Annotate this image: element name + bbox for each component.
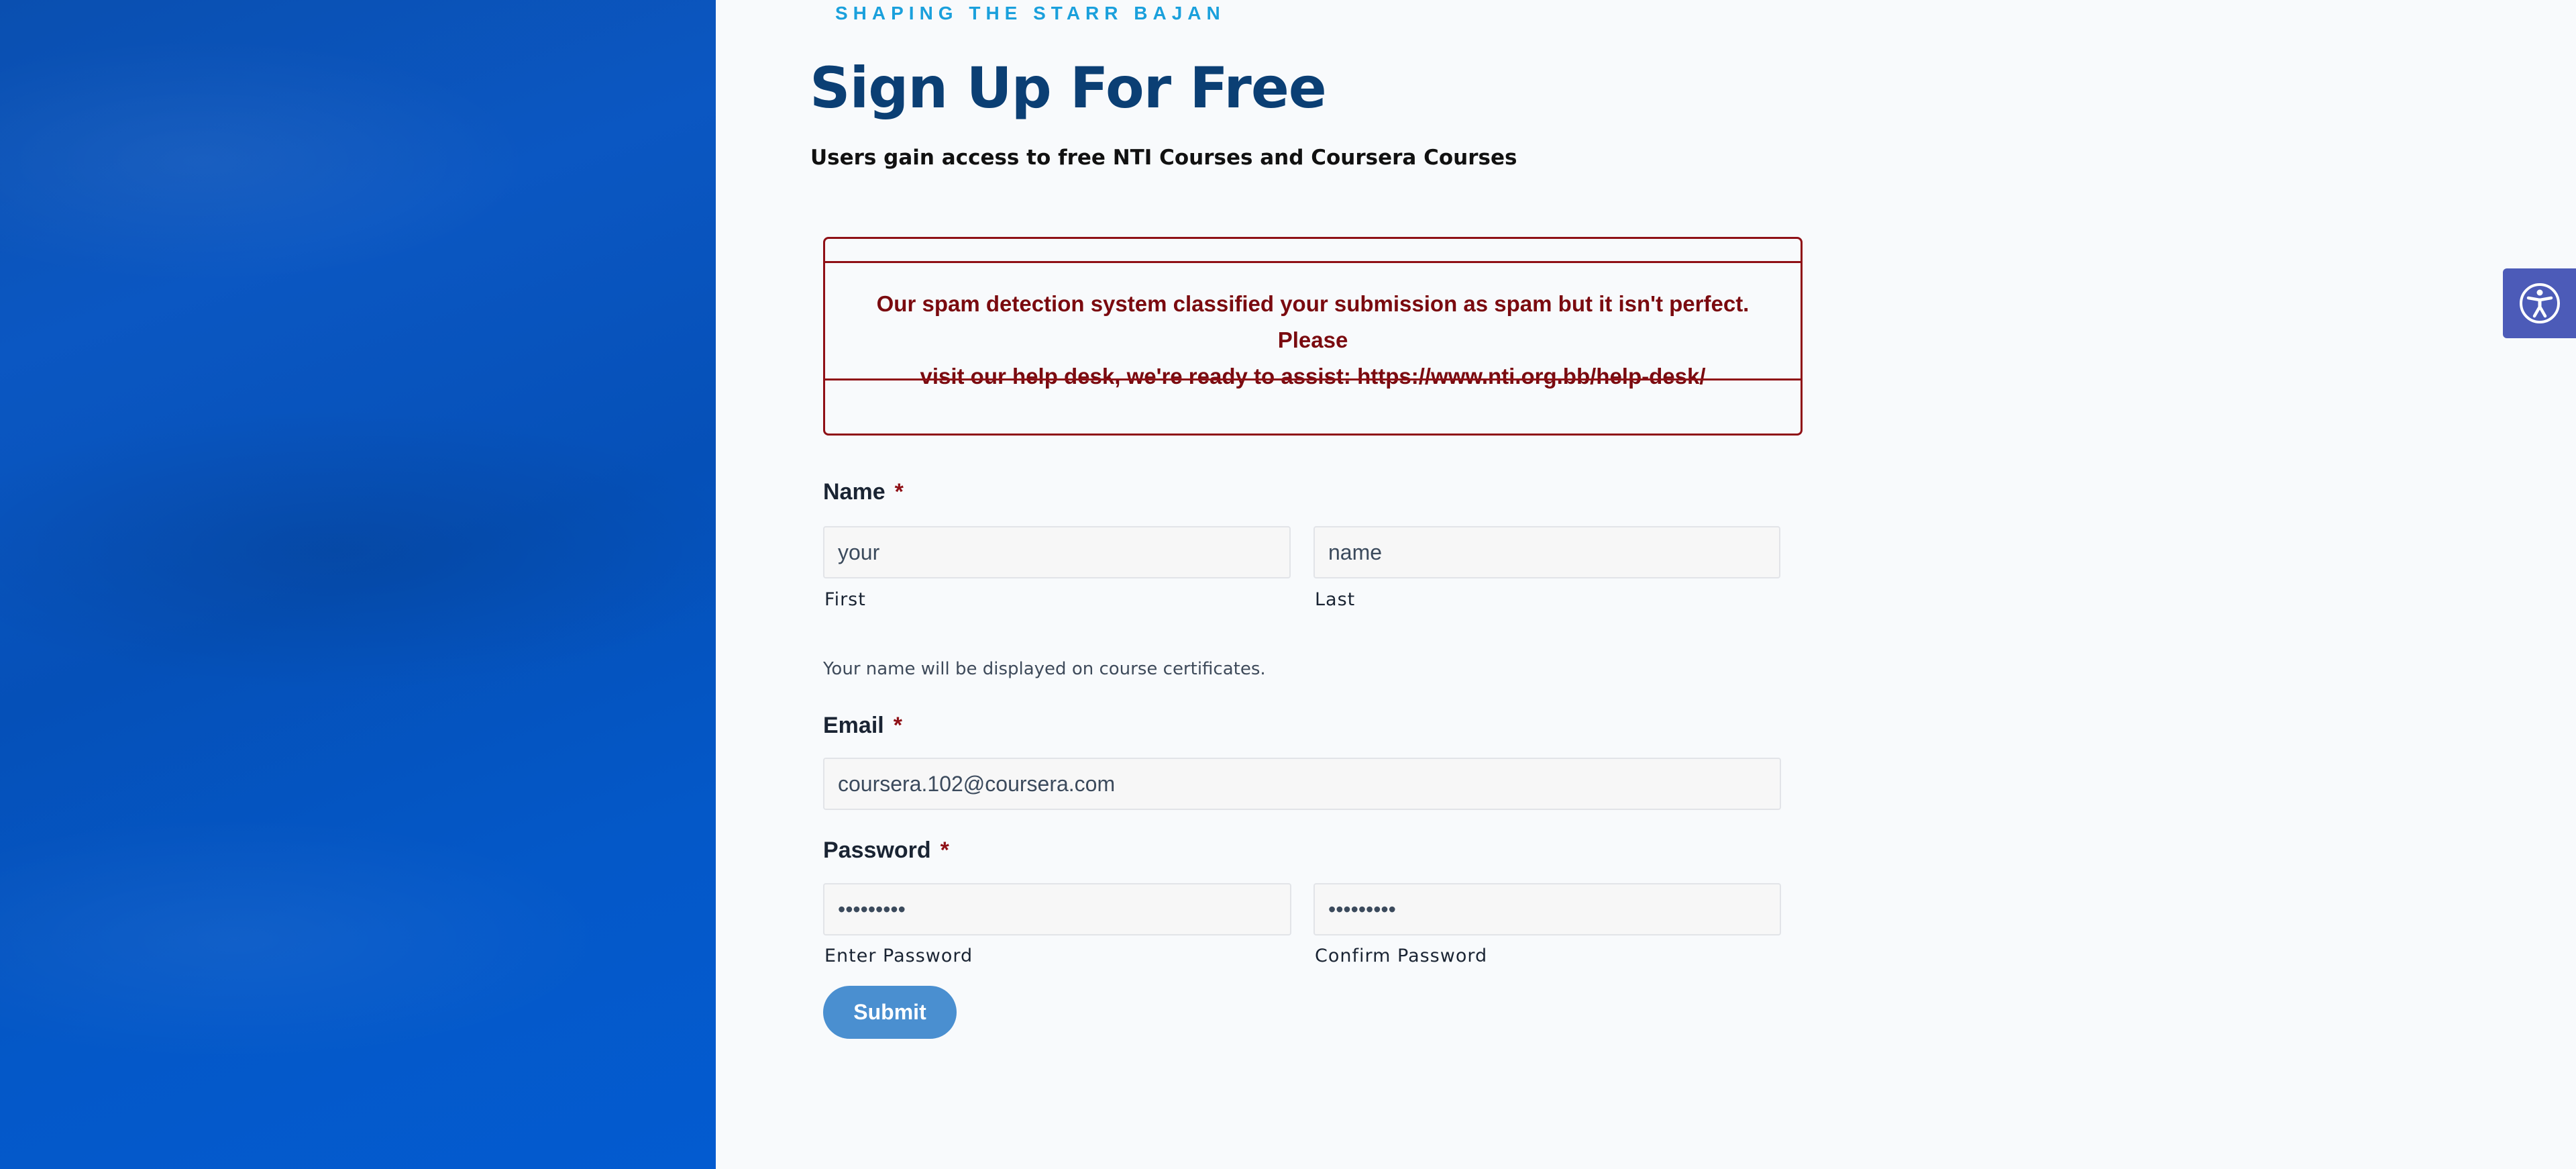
name-required-marker: * (894, 479, 904, 505)
page-subtitle: Users gain access to free NTI Courses an… (810, 146, 1517, 170)
confirm-password-sublabel: Confirm Password (1315, 946, 1488, 966)
name-label-text: Name (823, 479, 885, 505)
enter-password-sublabel: Enter Password (824, 946, 973, 966)
email-input[interactable] (823, 758, 1781, 810)
first-name-sublabel: First (824, 589, 866, 610)
alert-divider-bottom (825, 378, 1801, 380)
accessibility-icon (2519, 283, 2560, 323)
password-label-text: Password (823, 837, 931, 863)
password-required-marker: * (940, 837, 949, 863)
spam-error-alert: Our spam detection system classified you… (823, 237, 1803, 436)
email-required-marker: * (893, 713, 902, 738)
email-label: Email * (823, 713, 902, 739)
email-label-text: Email (823, 713, 884, 738)
last-name-input[interactable] (1313, 526, 1780, 578)
password-label: Password * (823, 837, 949, 864)
hero-background-image (0, 0, 716, 1169)
name-label: Name * (823, 479, 904, 505)
enter-password-input[interactable] (823, 883, 1291, 935)
site-tagline: SHAPING THE STARR BAJAN (835, 3, 1226, 23)
alert-message-line2: visit our help desk, we're ready to assi… (920, 364, 1706, 389)
signup-content: SHAPING THE STARR BAJAN Sign Up For Free… (716, 0, 2576, 1169)
alert-divider-top (825, 261, 1801, 263)
submit-button[interactable]: Submit (823, 986, 957, 1039)
alert-message-line1: Our spam detection system classified you… (876, 291, 1750, 352)
first-name-input[interactable] (823, 526, 1291, 578)
confirm-password-input[interactable] (1313, 883, 1781, 935)
accessibility-toolbar-button[interactable] (2503, 268, 2576, 338)
page: SHAPING THE STARR BAJAN Sign Up For Free… (0, 0, 2576, 1169)
page-title: Sign Up For Free (810, 55, 1327, 121)
last-name-sublabel: Last (1315, 589, 1356, 610)
name-help-text: Your name will be displayed on course ce… (823, 659, 1266, 679)
